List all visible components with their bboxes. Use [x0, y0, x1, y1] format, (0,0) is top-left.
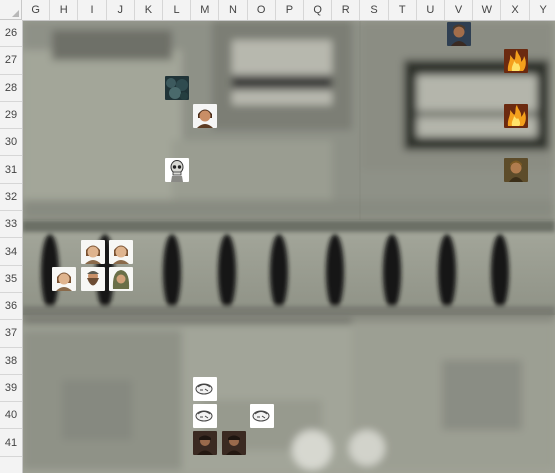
row-header-31[interactable]: 31 [0, 157, 22, 184]
row-header-27[interactable]: 27 [0, 47, 22, 75]
column-header-v[interactable]: V [445, 0, 474, 20]
row-header-bar: 26 27 28 29 30 31 32 33 34 35 36 37 38 39 40 41 [0, 20, 23, 473]
column-header-r[interactable]: R [332, 0, 361, 20]
row-header-34[interactable]: 34 [0, 238, 22, 266]
row-header-36[interactable]: 36 [0, 293, 22, 321]
sketch-token[interactable] [193, 403, 218, 428]
terrain-tile[interactable] [165, 76, 190, 101]
column-header-q[interactable]: Q [304, 0, 333, 20]
battle-map-image [22, 20, 555, 473]
fire-token[interactable] [503, 48, 528, 73]
sketch-token[interactable] [193, 376, 218, 401]
hooded-portrait[interactable] [108, 267, 133, 292]
sketch-token[interactable] [249, 403, 274, 428]
warrior-portrait[interactable] [447, 21, 472, 46]
column-header-w[interactable]: W [473, 0, 502, 20]
rogue-portrait[interactable] [193, 431, 218, 456]
row-header-40[interactable]: 40 [0, 402, 22, 430]
archer-portrait[interactable] [503, 158, 528, 183]
row-header-28[interactable]: 28 [0, 75, 22, 102]
villager-portrait[interactable] [108, 240, 133, 265]
column-header-k[interactable]: K [135, 0, 163, 20]
column-header-g[interactable]: G [22, 0, 51, 20]
dwarf-portrait[interactable] [80, 267, 105, 292]
column-header-y[interactable]: Y [530, 0, 555, 20]
column-header-s[interactable]: S [360, 0, 389, 20]
column-header-u[interactable]: U [417, 0, 445, 20]
row-header-26[interactable]: 26 [0, 20, 22, 48]
column-header-l[interactable]: L [163, 0, 192, 20]
row-header-30[interactable]: 30 [0, 129, 22, 157]
row-header-33[interactable]: 33 [0, 211, 22, 239]
column-header-t[interactable]: T [389, 0, 417, 20]
column-header-bar: GHIJKLMNOPQRSTUVWXY [0, 0, 555, 21]
column-header-x[interactable]: X [501, 0, 530, 20]
spreadsheet-battle-map: GHIJKLMNOPQRSTUVWXY 26 27 28 29 30 31 32 33 34 35… [0, 0, 555, 473]
row-header-29[interactable]: 29 [0, 102, 22, 130]
hero-portrait[interactable] [193, 103, 218, 128]
column-header-m[interactable]: M [191, 0, 220, 20]
column-header-o[interactable]: O [248, 0, 276, 20]
skeleton-token[interactable] [165, 158, 190, 183]
select-all-corner[interactable] [0, 0, 22, 20]
column-header-j[interactable]: J [107, 0, 135, 20]
villager-portrait[interactable] [80, 240, 105, 265]
row-header-35[interactable]: 35 [0, 266, 22, 293]
villager-portrait[interactable] [52, 267, 77, 292]
row-header-32[interactable]: 32 [0, 184, 22, 212]
row-header-41[interactable]: 41 [0, 430, 22, 457]
rogue-portrait[interactable] [221, 431, 246, 456]
column-header-p[interactable]: P [276, 0, 304, 20]
row-header-39[interactable]: 39 [0, 375, 22, 403]
column-header-n[interactable]: N [219, 0, 248, 20]
column-header-h[interactable]: H [50, 0, 79, 20]
column-header-i[interactable]: I [78, 0, 107, 20]
row-header-38[interactable]: 38 [0, 348, 22, 375]
fire-token[interactable] [503, 103, 528, 128]
row-header-37[interactable]: 37 [0, 320, 22, 348]
